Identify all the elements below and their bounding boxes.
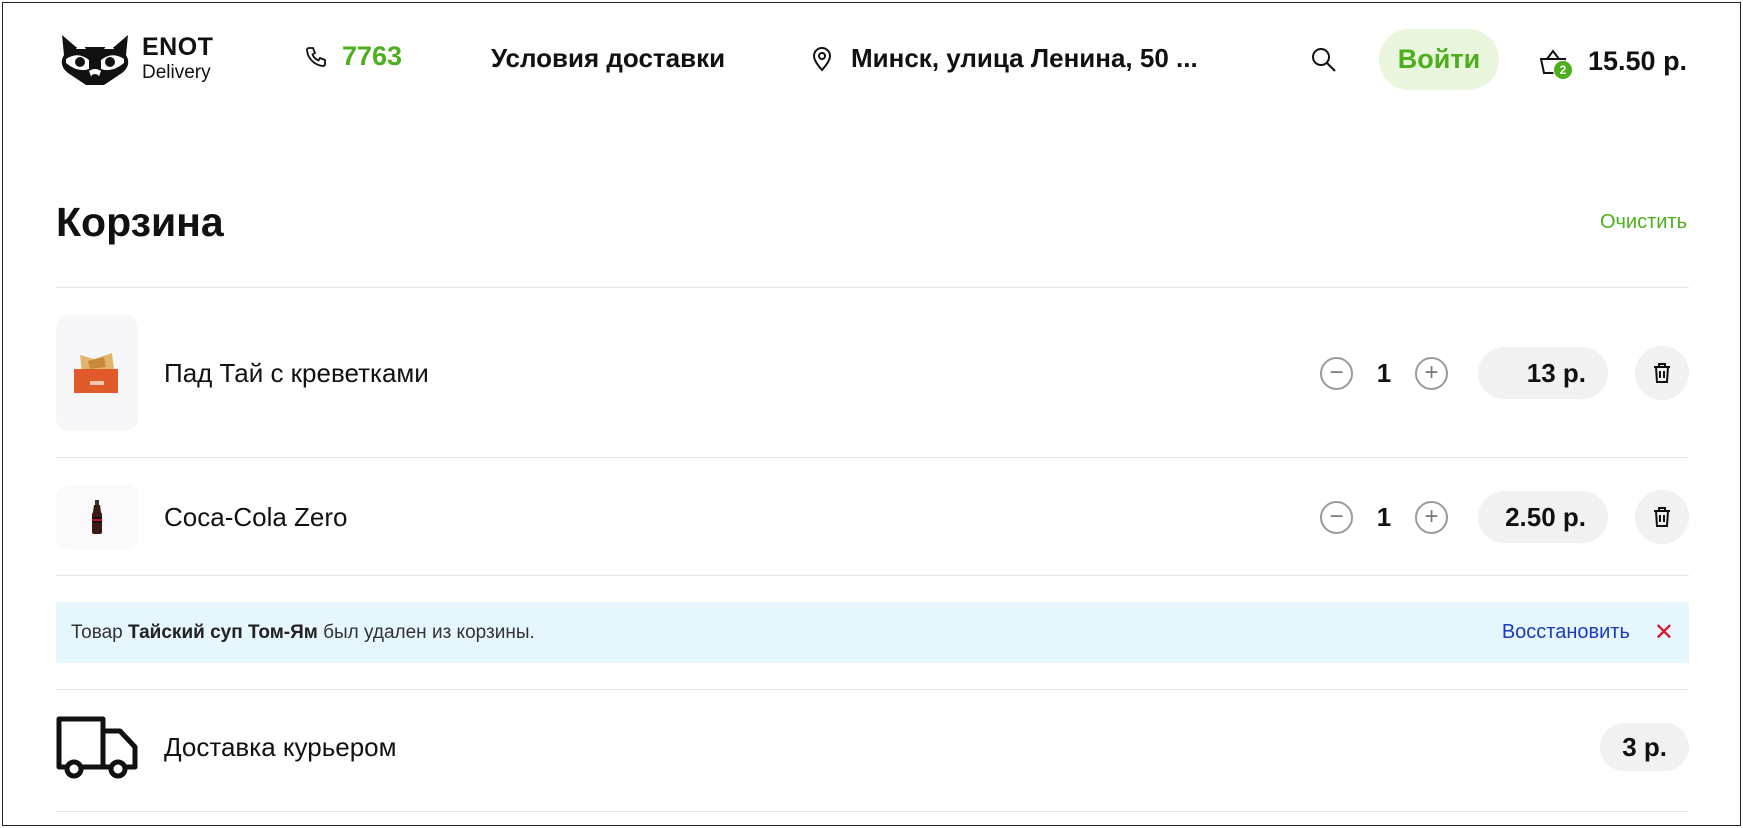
divider (56, 457, 1689, 458)
phone-number: 7763 (342, 41, 403, 71)
location-pin-icon (812, 46, 832, 72)
address-text: Минск, улица Ленина, 50 ... (851, 43, 1198, 73)
basket-icon: 2 (1538, 48, 1573, 80)
divider (56, 811, 1689, 812)
truck-icon (56, 716, 138, 779)
site-header: ENOT Delivery 7763 Условия доставки Минс… (3, 3, 1740, 117)
quantity-stepper: − 1 + (1320, 356, 1448, 390)
trash-icon (1654, 507, 1670, 527)
delivery-row: Доставка курьером 3 р. (56, 715, 1689, 779)
cart-item: Coca-Cola Zero − 1 + 2.50 р. (56, 485, 1689, 549)
cola-bottle-image (92, 500, 102, 534)
remove-item-button[interactable] (1635, 346, 1689, 400)
cart-count-badge: 2 (1553, 59, 1573, 80)
divider (56, 575, 1689, 576)
divider (56, 287, 1689, 288)
notice-suffix: был удален из корзины. (317, 621, 535, 643)
restore-item-link[interactable]: Восстановить (1502, 621, 1630, 644)
close-icon[interactable]: ✕ (1654, 620, 1674, 645)
product-image (56, 315, 138, 431)
item-name: Пад Тай с креветками (164, 357, 429, 388)
notice-prefix: Товар (71, 621, 128, 643)
logo-subtitle: Delivery (142, 61, 211, 83)
product-image (56, 485, 138, 549)
phone-link[interactable]: 7763 (304, 41, 402, 72)
decrement-button[interactable]: − (1320, 500, 1353, 534)
login-button[interactable]: Войти (1379, 29, 1499, 90)
phone-icon (306, 46, 326, 67)
search-icon[interactable] (1310, 46, 1338, 74)
increment-button[interactable]: + (1415, 356, 1448, 390)
quantity-value: 1 (1376, 501, 1392, 532)
quantity-value: 1 (1376, 357, 1392, 388)
quantity-stepper: − 1 + (1320, 500, 1448, 534)
cart-total: 15.50 р. (1588, 46, 1688, 76)
divider (56, 689, 1689, 690)
delivery-terms-link[interactable]: Условия доставки (491, 43, 725, 74)
item-price: 13 р. (1478, 347, 1608, 399)
delivery-label: Доставка курьером (164, 731, 397, 762)
removed-item-notice: Товар Тайский суп Том-Ям был удален из к… (56, 602, 1689, 663)
delivery-price: 3 р. (1600, 723, 1689, 771)
logo[interactable]: ENOT Delivery (56, 29, 213, 87)
item-name: Coca-Cola Zero (164, 501, 348, 532)
page-title: Корзина (56, 199, 224, 245)
noodle-box-image (74, 351, 120, 395)
cart-button[interactable]: 2 15.50 р. (1538, 46, 1688, 80)
decrement-button[interactable]: − (1320, 356, 1353, 390)
cart-item: Пад Тай с креветками − 1 + 13 р. (56, 315, 1689, 431)
item-price: 2.50 р. (1478, 491, 1608, 543)
remove-item-button[interactable] (1635, 490, 1689, 544)
page-frame: ENOT Delivery 7763 Условия доставки Минс… (2, 2, 1741, 826)
notice-text: Товар Тайский суп Том-Ям был удален из к… (71, 622, 1502, 644)
logo-name: ENOT (142, 32, 214, 61)
increment-button[interactable]: + (1415, 500, 1448, 534)
clear-cart-link[interactable]: Очистить (1600, 211, 1687, 234)
address-selector[interactable]: Минск, улица Ленина, 50 ... (811, 43, 1198, 74)
trash-icon (1654, 363, 1670, 383)
removed-product-name: Тайский суп Том-Ям (127, 621, 318, 643)
raccoon-logo-icon (61, 35, 129, 85)
